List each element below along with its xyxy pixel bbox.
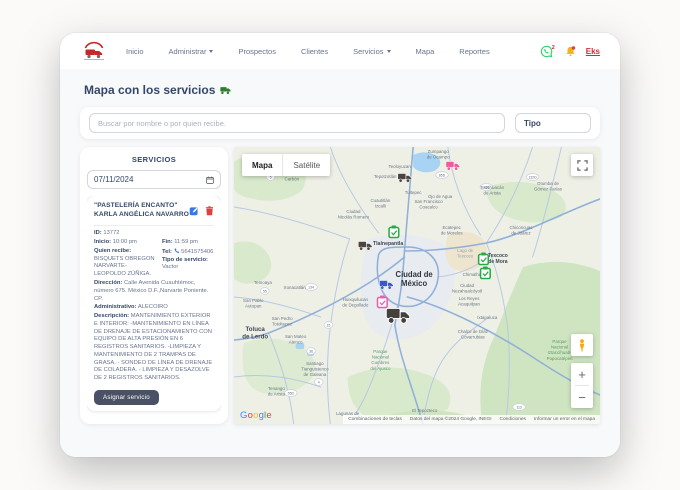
page-body: Mapa con los servicios Tipo SERVICIOS 07… <box>60 69 620 457</box>
map-place-label: Ixtapaluca <box>477 315 498 320</box>
truck-icon <box>220 86 231 95</box>
svg-text:36: 36 <box>309 349 313 353</box>
map-place-label: Lago deTexcoco <box>457 248 474 259</box>
map-place-label: Los ReyesAcaquilpan <box>458 296 480 307</box>
chevron-down-icon <box>387 50 391 53</box>
map-place-label: Tepotzotlán <box>374 174 397 179</box>
pegman-icon <box>577 339 587 352</box>
map-place-label: Tlalnepantla <box>373 241 403 247</box>
phone-icon <box>174 248 180 254</box>
nav-item-clientes[interactable]: Clientes <box>301 47 328 56</box>
map-place-label: Huixquilucande Degollado <box>342 297 369 308</box>
date-value: 07/11/2024 <box>94 175 133 184</box>
map-place-label: San PabloAutopan <box>243 298 264 309</box>
map-place-label: Teoloyucan <box>388 164 411 169</box>
nav-item-mapa[interactable]: Mapa <box>416 47 435 56</box>
nav-item-administrar[interactable]: Administrar <box>169 47 214 56</box>
nav-item-reportes[interactable]: Reportes <box>459 47 489 56</box>
map-place-label: Chalco de DíazCovarrubias <box>458 329 489 340</box>
svg-text:55D: 55D <box>288 391 295 395</box>
map-place-label: Chiconcuacde Juárez <box>509 225 533 236</box>
delete-icon[interactable] <box>205 206 214 216</box>
map-canvas[interactable]: 5485D132D136134551536455D113 Zumpangode … <box>234 147 600 424</box>
svg-text:132D: 132D <box>528 175 537 179</box>
page-title: Mapa con los servicios <box>84 83 600 97</box>
svg-text:85D: 85D <box>439 173 446 177</box>
type-select-label: Tipo <box>524 119 541 128</box>
svg-text:15: 15 <box>326 323 330 327</box>
svg-text:134: 134 <box>308 285 314 289</box>
map-place-label: Tenangode Arista <box>268 386 286 397</box>
nav-item-inicio[interactable]: Inicio <box>126 47 144 56</box>
svg-text:4: 4 <box>318 380 320 384</box>
service-title: "PASTELERÍA ENCANTO" KARLA ANGÉLICA NAVA… <box>94 202 189 219</box>
svg-text:55: 55 <box>263 289 267 293</box>
attribution-link[interactable]: Datos del mapa ©2024 Google, INEGI <box>410 417 492 422</box>
map-attribution: Combinaciones de teclas Datos del mapa ©2… <box>343 415 600 424</box>
map-type-toggle: Mapa Satélite <box>242 154 330 176</box>
nav-items: Inicio Administrar Prospectos Clientes Servi… <box>126 47 540 56</box>
notifications-bell-icon[interactable] <box>564 45 577 58</box>
map-place-label: Zumpangode Ocampo <box>427 149 450 160</box>
attribution-link[interactable]: Condiciones <box>500 417 526 422</box>
map-place-label: Ecatepecde Morelos <box>441 225 464 236</box>
map-type-satelite[interactable]: Satélite <box>283 154 330 176</box>
attribution-link[interactable]: Informar un error en el mapa <box>534 417 595 422</box>
service-clipboard-marker[interactable] <box>378 296 388 308</box>
whatsapp-icon[interactable]: 2 <box>540 45 555 58</box>
map-place-label: Temoaya <box>254 280 272 285</box>
company-logo[interactable] <box>82 39 106 63</box>
service-clipboard-marker[interactable] <box>481 267 491 279</box>
map-place-label: El Tepozteco <box>412 408 438 413</box>
user-link[interactable]: Eks <box>586 47 600 56</box>
page-title-text: Mapa con los servicios <box>84 83 215 97</box>
map-place-label: Texcocode Mora <box>488 253 508 265</box>
app-window: Inicio Administrar Prospectos Clientes Servi… <box>60 33 620 457</box>
chevron-down-icon <box>209 50 213 53</box>
map-type-mapa[interactable]: Mapa <box>242 154 282 176</box>
service-clipboard-marker[interactable] <box>479 253 489 265</box>
map-place-label: San PedroTotoltepec <box>272 316 293 327</box>
zoom-control: + − <box>571 363 593 408</box>
zoom-out-button[interactable]: − <box>571 386 593 408</box>
google-logo: Google <box>240 410 272 421</box>
whatsapp-badge: 2 <box>552 45 555 51</box>
assign-service-button[interactable]: Asignar servicio <box>94 390 159 405</box>
fullscreen-button[interactable] <box>571 154 593 176</box>
service-details: ID: 13772 Inicio: 10:00 pm Fin: 11:59 pm… <box>94 230 214 383</box>
map-tiles: 5485D132D136134551536455D113 Zumpangode … <box>234 147 600 424</box>
map-place-label: Xonacatlán <box>284 285 307 290</box>
svg-text:113: 113 <box>516 405 522 409</box>
service-card[interactable]: "PASTELERÍA ENCANTO" KARLA ANGÉLICA NAVA… <box>87 196 221 411</box>
service-list: "PASTELERÍA ENCANTO" KARLA ANGÉLICA NAVA… <box>87 196 221 417</box>
map-place-label: Tultepec <box>405 190 423 195</box>
zoom-in-button[interactable]: + <box>571 363 593 385</box>
edit-icon[interactable] <box>189 206 199 216</box>
nav-right: 2 Eks <box>540 45 600 58</box>
date-input[interactable]: 07/11/2024 <box>87 170 221 189</box>
nav-item-prospectos[interactable]: Prospectos <box>238 47 276 56</box>
services-sidebar: SERVICIOS 07/11/2024 "PASTELERÍA ENCANTO… <box>80 147 228 424</box>
map-place-label: Otumba deGómez Farías <box>534 181 563 192</box>
search-input[interactable] <box>89 113 505 133</box>
nav-item-servicios[interactable]: Servicios <box>353 47 390 56</box>
filter-card: Tipo <box>80 107 600 139</box>
pegman-button[interactable] <box>571 334 593 356</box>
navbar: Inicio Administrar Prospectos Clientes Servi… <box>60 33 620 69</box>
service-clipboard-marker[interactable] <box>389 226 399 238</box>
services-header: SERVICIOS <box>87 155 221 164</box>
calendar-icon <box>206 176 214 184</box>
attribution-link[interactable]: Combinaciones de teclas <box>348 417 402 422</box>
map-place-label: Tolucade Lerdo <box>242 326 268 341</box>
type-select[interactable]: Tipo <box>515 113 591 133</box>
fullscreen-icon <box>577 160 588 171</box>
